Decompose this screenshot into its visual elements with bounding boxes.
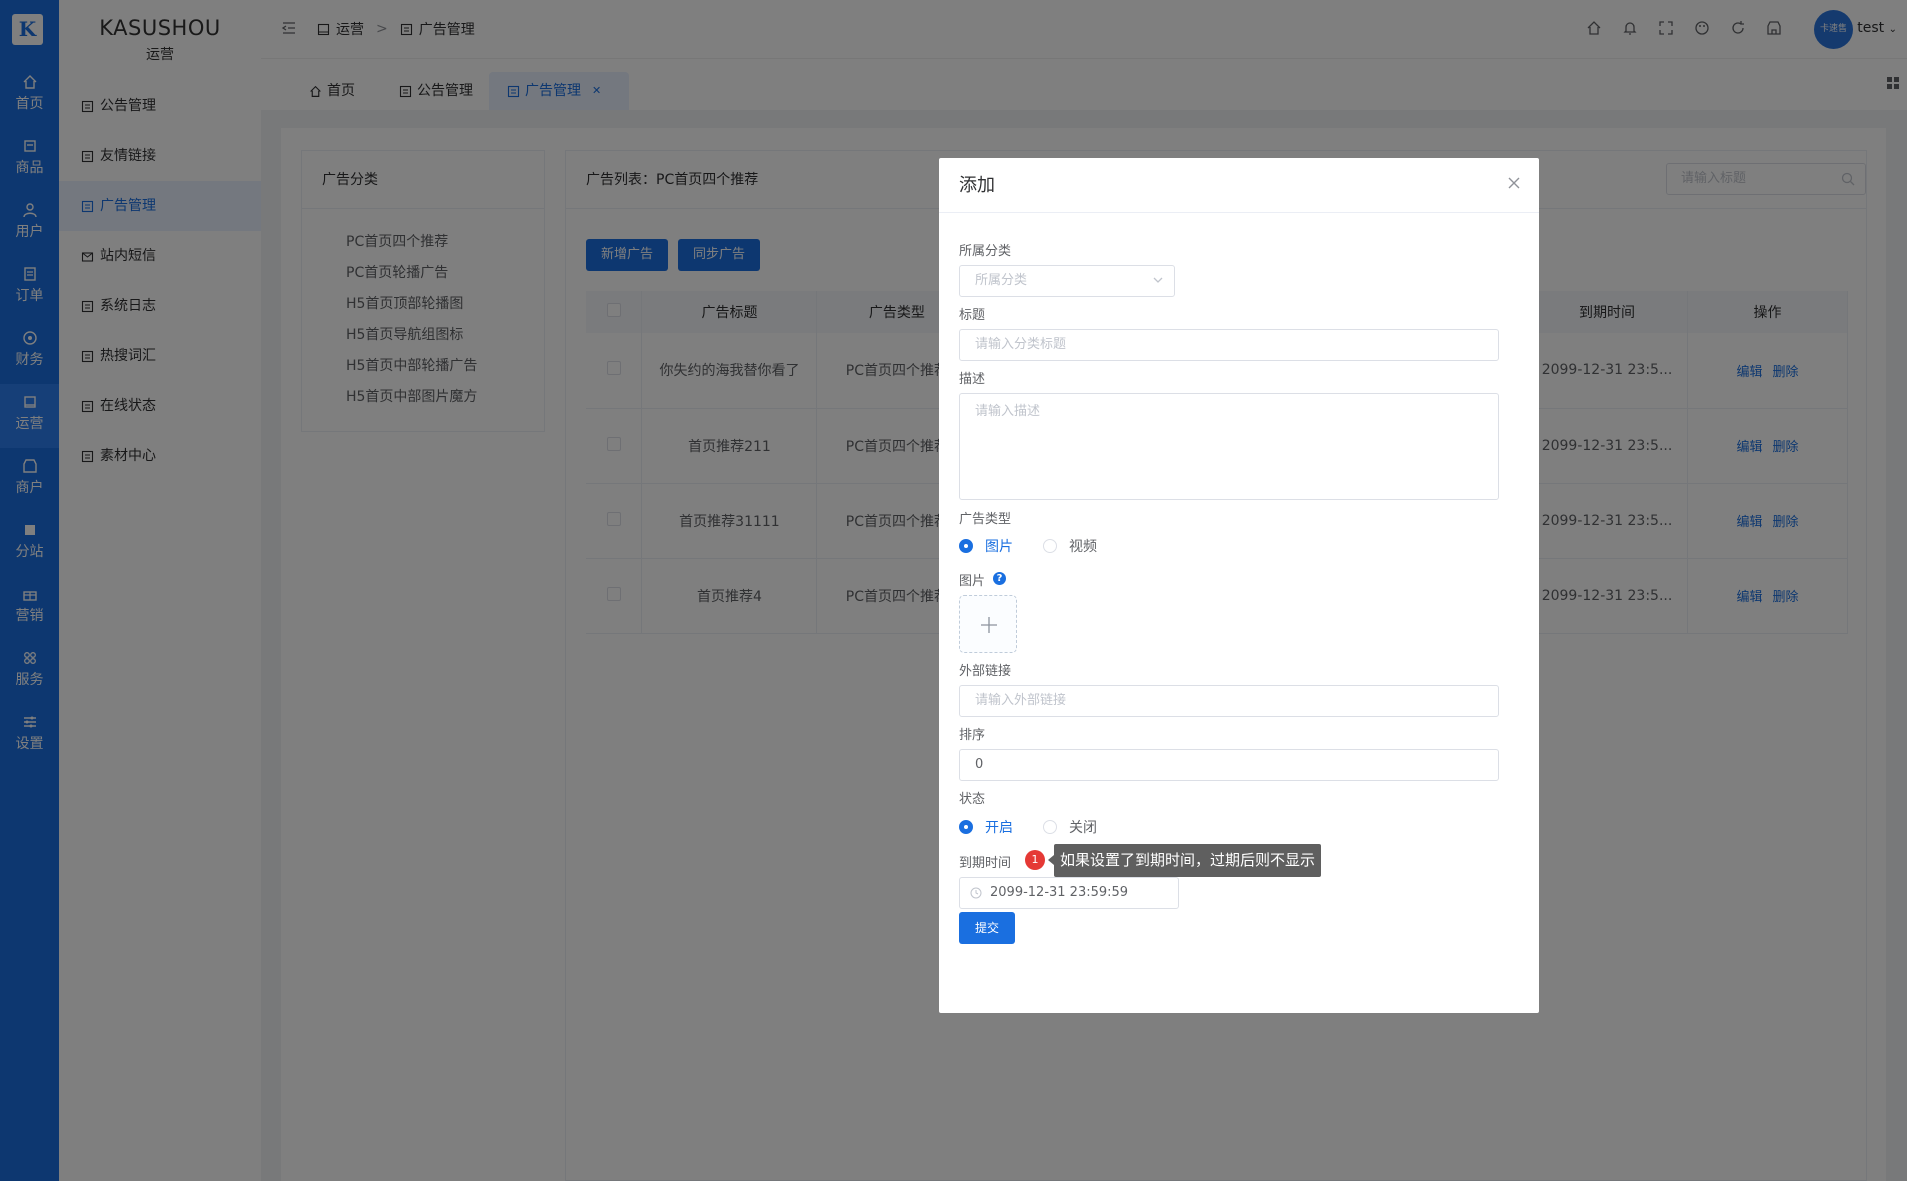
help-icon[interactable]: ? [993, 572, 1006, 585]
clock-icon [970, 887, 982, 899]
status-label: 状态 [959, 792, 986, 807]
title-input[interactable]: 请输入分类标题 [959, 329, 1499, 361]
close-icon[interactable] [1507, 176, 1521, 190]
submit-button[interactable]: 提交 [959, 912, 1015, 944]
category-label: 所属分类 [959, 244, 1012, 259]
ad-type-video-label[interactable]: 视频 [1069, 536, 1097, 556]
expire-time-label: 到期时间 [959, 856, 1012, 871]
expire-time-tooltip: 如果设置了到期时间，过期后则不显示 [1047, 844, 1322, 877]
ad-type-label: 广告类型 [959, 512, 1012, 527]
expire-time-value: 2099-12-31 23:59:59 [990, 885, 1129, 900]
category-select[interactable]: 所属分类 [959, 265, 1175, 297]
dialog-title: 添加 [939, 158, 1539, 213]
sort-label: 排序 [959, 728, 986, 743]
description-textarea[interactable]: 请输入描述 [959, 393, 1499, 500]
ad-type-video-radio[interactable] [1043, 539, 1057, 553]
image-upload[interactable] [959, 595, 1017, 653]
external-link-placeholder: 请输入外部链接 [975, 693, 1067, 708]
sort-input[interactable]: 0 [959, 749, 1499, 781]
title-label: 标题 [959, 308, 986, 323]
ad-type-radio-group: 图片 视频 [959, 536, 1127, 556]
title-placeholder: 请输入分类标题 [975, 337, 1067, 352]
ad-type-image-radio[interactable] [959, 539, 973, 553]
description-label: 描述 [959, 372, 986, 387]
status-off-radio[interactable] [1043, 820, 1057, 834]
add-ad-dialog: 添加 所属分类 所属分类 标题 请输入分类标题 描述 请输入描述 广告类型 图片… [939, 158, 1539, 1013]
category-placeholder: 所属分类 [975, 273, 1028, 288]
status-off-label[interactable]: 关闭 [1069, 817, 1097, 837]
status-on-label[interactable]: 开启 [985, 817, 1013, 837]
ad-type-image-label[interactable]: 图片 [985, 536, 1013, 556]
image-label: 图片 [959, 574, 986, 589]
external-link-input[interactable]: 请输入外部链接 [959, 685, 1499, 717]
plus-icon [981, 617, 997, 633]
status-on-radio[interactable] [959, 820, 973, 834]
step-badge: 1 [1025, 850, 1045, 870]
external-link-label: 外部链接 [959, 664, 1012, 679]
description-placeholder: 请输入描述 [975, 404, 1041, 419]
status-radio-group: 开启 关闭 [959, 817, 1127, 837]
chevron-down-icon [1153, 277, 1163, 283]
expire-time-picker[interactable]: 2099-12-31 23:59:59 [959, 877, 1179, 909]
